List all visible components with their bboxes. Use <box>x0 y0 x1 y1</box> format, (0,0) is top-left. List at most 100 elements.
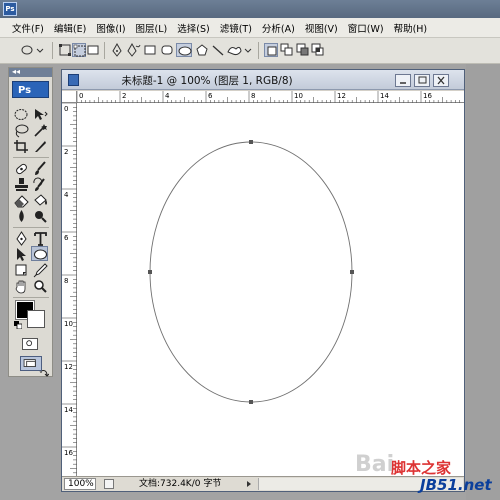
ruler-label: 14 <box>380 92 389 100</box>
document-window: 未标题-1 @ 100% (图层 1, RGB/8) 0 2 4 6 8 10 12 14 16… <box>61 69 465 492</box>
maximize-button[interactable] <box>414 74 430 87</box>
anchor-point-bottom <box>249 400 253 404</box>
hand-tool[interactable] <box>13 279 30 294</box>
menu-select[interactable]: 选择(S) <box>177 21 209 35</box>
notes-tool[interactable] <box>13 263 30 278</box>
brush-tool[interactable] <box>32 161 49 176</box>
path-selection-tool[interactable] <box>13 247 30 262</box>
pen-tool[interactable] <box>13 231 30 246</box>
app-logo-icon: Ps <box>3 2 17 16</box>
custom-shape-icon[interactable] <box>226 43 252 57</box>
vertical-ruler[interactable]: 024681012141618 <box>62 103 77 476</box>
ellipse-path <box>149 141 353 403</box>
ruler-label: 2 <box>64 148 68 156</box>
fill-pixels-icon[interactable] <box>86 43 100 57</box>
ruler-label: 16 <box>64 449 73 457</box>
anchor-point-right <box>350 270 354 274</box>
intersect-area-icon[interactable] <box>311 43 325 57</box>
ruler-label: 6 <box>64 234 69 242</box>
slice-tool[interactable] <box>32 139 49 154</box>
ellipse-icon[interactable] <box>176 43 192 57</box>
menu-window[interactable]: 窗口(W) <box>348 21 384 35</box>
toolbox-grip[interactable]: ◂◂ <box>9 67 52 77</box>
baidu-watermark: Bai <box>355 452 395 477</box>
healing-brush-tool[interactable] <box>13 161 30 176</box>
document-title: 未标题-1 @ 100% (图层 1, RGB/8) <box>121 75 293 87</box>
menu-file[interactable]: 文件(F) <box>12 21 44 35</box>
type-tool[interactable] <box>32 231 49 246</box>
shape-layers-icon[interactable] <box>58 43 72 57</box>
status-bar: 100% 文档:732.4K/0 字节 <box>62 476 464 491</box>
menu-analysis[interactable]: 分析(A) <box>262 21 295 35</box>
polygon-icon[interactable] <box>195 43 209 57</box>
ruler-label: 4 <box>64 191 69 199</box>
menu-layer[interactable]: 图层(L) <box>136 21 168 35</box>
collapse-arrows-icon[interactable]: ◂◂ <box>12 67 20 76</box>
zoom-field[interactable]: 100% <box>64 478 96 490</box>
magic-wand-tool[interactable] <box>32 123 49 138</box>
default-colors-icon[interactable] <box>14 321 23 330</box>
ruler-label: 10 <box>64 320 73 328</box>
ruler-label: 8 <box>64 277 68 285</box>
line-icon[interactable] <box>211 43 225 57</box>
eraser-tool[interactable] <box>13 193 30 208</box>
status-menu-arrow-icon[interactable] <box>244 479 254 489</box>
menu-view[interactable]: 视图(V) <box>305 21 338 35</box>
menu-edit[interactable]: 编辑(E) <box>54 21 86 35</box>
ruler-label: 14 <box>64 406 73 414</box>
pen-icon[interactable] <box>110 43 124 57</box>
clone-stamp-tool[interactable] <box>13 177 30 192</box>
marquee-tool[interactable] <box>13 107 30 122</box>
lasso-tool[interactable] <box>13 123 30 138</box>
crop-tool[interactable] <box>13 139 30 154</box>
move-tool[interactable] <box>32 107 49 122</box>
eyedropper-tool[interactable] <box>32 263 49 278</box>
paths-icon[interactable] <box>72 43 86 57</box>
menu-bar: 文件(F) 编辑(E) 图像(I) 图层(L) 选择(S) 滤镜(T) 分析(A… <box>0 18 500 38</box>
photoshop-logo[interactable]: Ps <box>12 81 49 98</box>
paint-bucket-tool[interactable] <box>32 193 49 208</box>
ruler-label: 4 <box>165 92 170 100</box>
horizontal-ruler[interactable]: 0 2 4 6 8 10 12 14 16 <box>77 91 464 103</box>
menu-help[interactable]: 帮助(H) <box>394 21 428 35</box>
screen-mode-icon[interactable] <box>20 356 42 371</box>
ruler-label: 12 <box>337 92 346 100</box>
ruler-label: 0 <box>79 92 83 100</box>
freeform-pen-icon[interactable] <box>127 43 141 57</box>
ruler-label: 10 <box>294 92 303 100</box>
minimize-button[interactable] <box>395 74 411 87</box>
rounded-rectangle-icon[interactable] <box>160 43 174 57</box>
ruler-label: 8 <box>251 92 255 100</box>
menu-image[interactable]: 图像(I) <box>96 21 125 35</box>
site-watermark-cn: 脚本之家 <box>391 459 452 477</box>
ruler-label: 16 <box>423 92 432 100</box>
workspace-edge <box>466 64 500 500</box>
blur-tool[interactable] <box>13 209 30 224</box>
background-color-swatch[interactable] <box>27 310 45 328</box>
rectangle-icon[interactable] <box>143 43 157 57</box>
add-area-icon[interactable] <box>280 43 294 57</box>
quick-mask-icon[interactable] <box>22 338 38 350</box>
menu-filter[interactable]: 滤镜(T) <box>220 21 252 35</box>
new-area-icon[interactable] <box>264 43 278 57</box>
dodge-tool[interactable] <box>32 209 49 224</box>
ruler-origin[interactable] <box>62 91 77 103</box>
ruler-label: 2 <box>122 92 126 100</box>
options-bar <box>0 38 500 64</box>
ellipse-preset-icon[interactable] <box>18 43 46 57</box>
document-title-bar[interactable]: 未标题-1 @ 100% (图层 1, RGB/8) <box>62 70 464 90</box>
ellipse-tool[interactable] <box>31 246 48 261</box>
document-info: 文档:732.4K/0 字节 <box>139 479 222 489</box>
site-watermark-en: JB51.net <box>420 476 492 494</box>
app-title-bar: Ps <box>0 0 500 18</box>
document-canvas[interactable] <box>77 103 464 476</box>
close-button[interactable] <box>433 74 449 87</box>
subtract-area-icon[interactable] <box>296 43 310 57</box>
history-brush-tool[interactable] <box>32 177 49 192</box>
anchor-point-top <box>249 140 253 144</box>
zoom-tool[interactable] <box>32 279 49 294</box>
ruler-label: 6 <box>208 92 213 100</box>
ruler-label: 0 <box>64 105 68 113</box>
toolbox: ◂◂ Ps <box>8 67 53 377</box>
status-info-icon[interactable] <box>104 479 114 489</box>
